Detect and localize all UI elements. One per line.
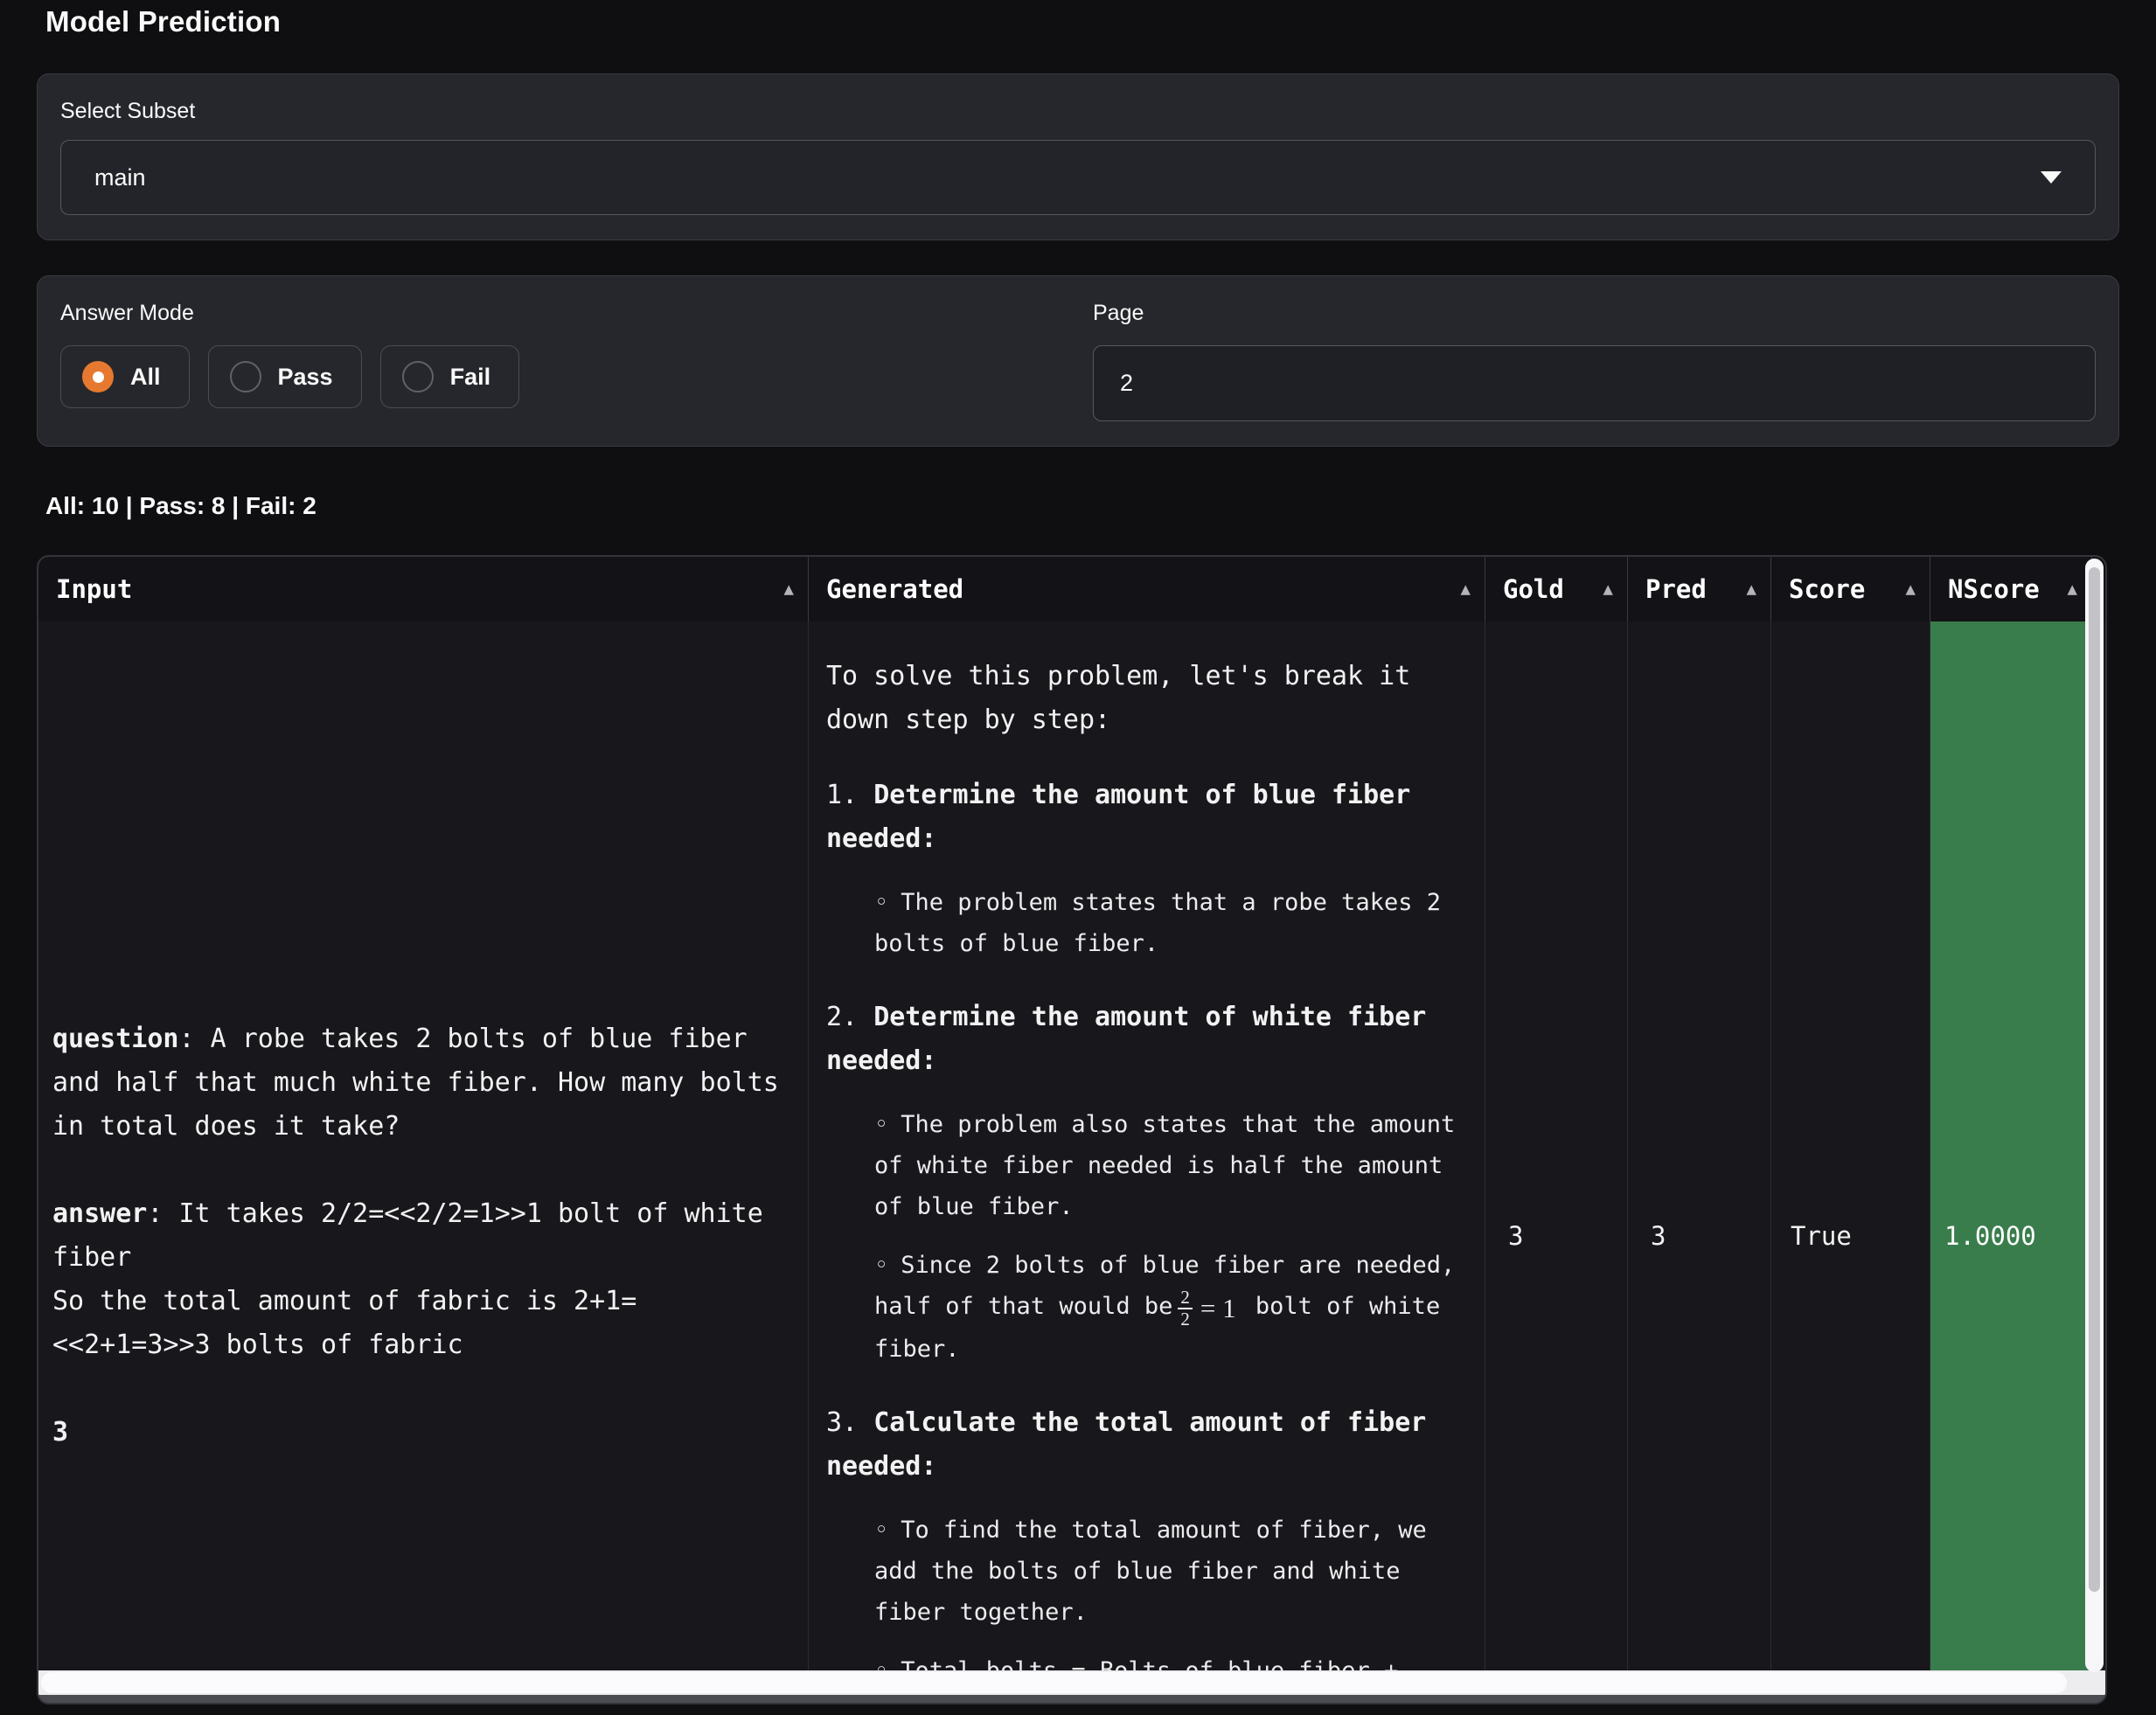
radio-option-fail[interactable]: Fail bbox=[380, 345, 520, 408]
question-paragraph: question: A robe takes 2 bolts of blue f… bbox=[52, 1017, 779, 1149]
cell-generated[interactable]: To solve this problem, let's break it do… bbox=[809, 621, 1485, 1670]
answer-paragraph: answer: It takes 2/2=<<2/2=1>>1 bolt of … bbox=[52, 1192, 779, 1367]
chevron-down-icon bbox=[2041, 171, 2062, 184]
page: Model Prediction Select Subset main Answ… bbox=[0, 5, 2156, 1705]
gen-bullet: Total bolts = Bolts of blue fiber + Bolt… bbox=[826, 1650, 1464, 1670]
table-bottom-edge bbox=[38, 1695, 2105, 1703]
sort-asc-icon[interactable]: ▲ bbox=[1603, 580, 1613, 599]
generated-markdown: To solve this problem, let's break it do… bbox=[826, 655, 1464, 1670]
cell-gold[interactable]: 3 bbox=[1485, 621, 1628, 1670]
column-header-score[interactable]: Score ▲ bbox=[1771, 557, 1930, 621]
gen-bullet-with-math: Since 2 bolts of blue fiber are needed, … bbox=[826, 1245, 1464, 1370]
table-row: question: A robe takes 2 bolts of blue f… bbox=[38, 621, 2105, 1670]
column-header-nscore[interactable]: NScore ▲ bbox=[1930, 557, 2092, 621]
subset-card: Select Subset main bbox=[37, 73, 2119, 240]
score-value: True bbox=[1771, 1221, 1930, 1251]
gen-step-2-heading: 2. Determine the amount of white fiber n… bbox=[826, 996, 1464, 1083]
gen-intro: To solve this problem, let's break it do… bbox=[826, 655, 1464, 742]
page-input-value: 2 bbox=[1120, 370, 1133, 397]
table-body: question: A robe takes 2 bolts of blue f… bbox=[38, 621, 2105, 1670]
column-header-label: Score bbox=[1789, 574, 1865, 604]
gen-bullet: The problem also states that the amount … bbox=[826, 1104, 1464, 1227]
column-header-generated[interactable]: Generated ▲ bbox=[809, 557, 1485, 621]
gold-value: 3 bbox=[1485, 1221, 1627, 1251]
radio-option-all[interactable]: All bbox=[60, 345, 190, 408]
sort-asc-icon[interactable]: ▲ bbox=[1747, 580, 1756, 599]
radio-label: Fail bbox=[450, 364, 491, 391]
horizontal-scrollbar-thumb[interactable] bbox=[41, 1672, 2067, 1693]
radio-label: Pass bbox=[278, 364, 333, 391]
nscore-value: 1.0000 bbox=[1930, 1221, 2091, 1251]
subset-selected-value: main bbox=[94, 164, 146, 191]
math-fraction: 22= 1 bbox=[1178, 1293, 1235, 1319]
page-label: Page bbox=[1093, 301, 2096, 326]
column-header-gold[interactable]: Gold ▲ bbox=[1485, 557, 1628, 621]
cell-score[interactable]: True bbox=[1771, 621, 1930, 1670]
subset-label: Select Subset bbox=[60, 99, 2096, 124]
gen-step-1-heading: 1. Determine the amount of blue fiber ne… bbox=[826, 774, 1464, 861]
horizontal-scrollbar[interactable] bbox=[38, 1670, 2105, 1695]
answer-mode-group: Answer Mode All Pass Fail bbox=[60, 301, 1063, 421]
sort-asc-icon[interactable]: ▲ bbox=[784, 580, 794, 599]
column-header-label: Generated bbox=[826, 574, 963, 604]
page-field-group: Page 2 bbox=[1093, 301, 2096, 421]
filters-card: Answer Mode All Pass Fail bbox=[37, 275, 2119, 447]
radio-unselected-icon bbox=[230, 361, 261, 392]
vertical-scrollbar-thumb[interactable] bbox=[2089, 567, 2100, 1592]
vertical-scrollbar[interactable] bbox=[2085, 559, 2104, 1672]
column-header-input[interactable]: Input ▲ bbox=[38, 557, 809, 621]
cell-nscore[interactable]: 1.0000 bbox=[1930, 621, 2092, 1670]
column-header-label: Input bbox=[56, 574, 132, 604]
sort-asc-icon[interactable]: ▲ bbox=[1461, 580, 1471, 599]
column-header-pred[interactable]: Pred ▲ bbox=[1628, 557, 1771, 621]
radio-label: All bbox=[130, 364, 161, 391]
pred-value: 3 bbox=[1628, 1221, 1770, 1251]
sort-asc-icon[interactable]: ▲ bbox=[1906, 580, 1916, 599]
results-summary: All: 10 | Pass: 8 | Fail: 2 bbox=[45, 492, 2119, 520]
gen-bullet: The problem states that a robe takes 2 b… bbox=[826, 882, 1464, 964]
sort-asc-icon[interactable]: ▲ bbox=[2068, 580, 2077, 599]
page-title: Model Prediction bbox=[45, 5, 2119, 38]
column-header-label: Pred bbox=[1645, 574, 1707, 604]
table-header-row: Input ▲ Generated ▲ Gold ▲ Pred ▲ Score … bbox=[38, 557, 2105, 621]
radio-unselected-icon bbox=[402, 361, 434, 392]
results-table: Input ▲ Generated ▲ Gold ▲ Pred ▲ Score … bbox=[37, 555, 2107, 1705]
column-header-label: NScore bbox=[1948, 574, 2040, 604]
radio-option-pass[interactable]: Pass bbox=[208, 345, 362, 408]
subset-select[interactable]: main bbox=[60, 140, 2096, 215]
gen-step-3-heading: 3. Calculate the total amount of fiber n… bbox=[826, 1401, 1464, 1489]
radio-selected-icon bbox=[82, 361, 114, 392]
page-input[interactable]: 2 bbox=[1093, 345, 2096, 421]
cell-pred[interactable]: 3 bbox=[1628, 621, 1771, 1670]
answer-mode-label: Answer Mode bbox=[60, 301, 1063, 326]
column-header-label: Gold bbox=[1503, 574, 1564, 604]
gen-bullet: To find the total amount of fiber, we ad… bbox=[826, 1510, 1464, 1633]
cell-input[interactable]: question: A robe takes 2 bolts of blue f… bbox=[38, 621, 809, 1670]
final-answer: 3 bbox=[52, 1411, 779, 1455]
